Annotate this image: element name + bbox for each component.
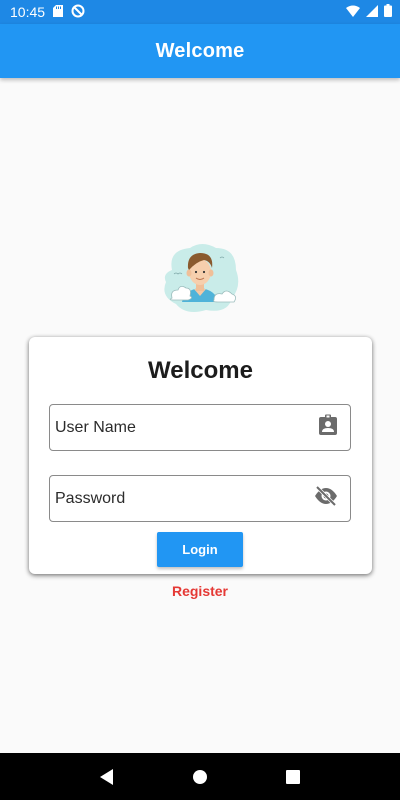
status-left: 10:45 bbox=[10, 4, 85, 21]
status-bar: 10:45 bbox=[0, 0, 400, 24]
home-icon[interactable] bbox=[180, 757, 220, 797]
username-input[interactable] bbox=[55, 418, 295, 437]
status-time: 10:45 bbox=[10, 4, 46, 20]
app-bar: Welcome bbox=[0, 24, 400, 78]
navigation-bar bbox=[0, 753, 400, 800]
battery-icon bbox=[384, 4, 392, 20]
visibility-off-icon[interactable] bbox=[314, 485, 338, 511]
username-field[interactable] bbox=[49, 404, 351, 451]
register-link[interactable]: Register bbox=[0, 583, 400, 599]
sync-icon bbox=[71, 4, 85, 21]
password-input[interactable] bbox=[55, 489, 295, 508]
back-icon[interactable] bbox=[87, 757, 127, 797]
wifi-icon bbox=[346, 4, 360, 20]
login-card-title: Welcome bbox=[148, 357, 253, 384]
avatar-illustration bbox=[158, 240, 242, 314]
login-card: Welcome Login bbox=[29, 337, 372, 574]
status-right bbox=[346, 4, 392, 20]
password-field[interactable] bbox=[49, 475, 351, 522]
app-bar-title: Welcome bbox=[155, 39, 245, 62]
sd-card-icon bbox=[53, 4, 64, 20]
contact-badge-icon bbox=[318, 414, 338, 441]
recents-icon[interactable] bbox=[273, 757, 313, 797]
signal-icon bbox=[366, 4, 378, 20]
login-button[interactable]: Login bbox=[157, 532, 243, 567]
